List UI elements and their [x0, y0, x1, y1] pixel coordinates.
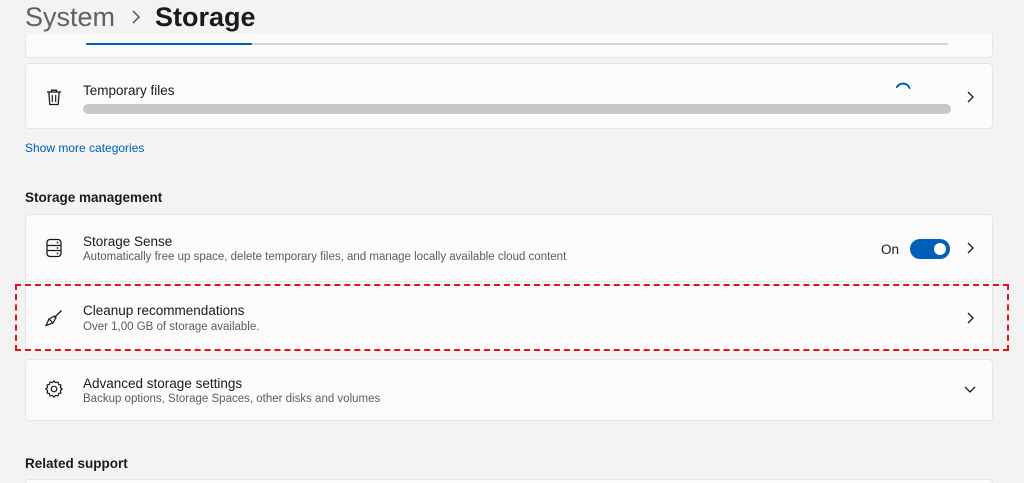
temporary-files-row[interactable]: Temporary files	[25, 63, 993, 129]
breadcrumb-parent[interactable]: System	[25, 2, 115, 33]
storage-drive-icon	[43, 237, 65, 259]
breadcrumb: System Storage	[25, 0, 256, 34]
advanced-storage-settings-description: Backup options, Storage Spaces, other di…	[83, 393, 381, 405]
storage-sense-toggle-label: On	[880, 242, 899, 257]
chevron-right-icon	[964, 91, 976, 103]
chevron-right-icon	[964, 312, 976, 324]
cleanup-recommendations-row[interactable]: Cleanup recommendations Over 1,00 GB of …	[25, 283, 993, 351]
chevron-down-icon[interactable]	[964, 383, 976, 395]
advanced-storage-settings-title: Advanced storage settings	[83, 376, 243, 391]
related-support-card-partial	[25, 479, 993, 483]
toggle-knob	[934, 243, 946, 255]
storage-sense-description: Automatically free up space, delete temp…	[83, 251, 567, 263]
cleanup-recommendations-title: Cleanup recommendations	[83, 303, 245, 318]
storage-management-heading: Storage management	[25, 190, 163, 205]
cleanup-recommendations-description: Over 1,00 GB of storage available.	[83, 321, 260, 333]
advanced-storage-settings-row[interactable]: Advanced storage settings Backup options…	[25, 359, 993, 421]
temporary-files-progress	[83, 104, 951, 114]
temporary-files-title: Temporary files	[83, 83, 175, 98]
storage-sense-toggle[interactable]	[910, 239, 950, 259]
chevron-right-icon	[964, 242, 976, 254]
gear-icon	[43, 378, 65, 400]
broom-icon	[43, 307, 65, 329]
loading-spinner-icon	[894, 81, 912, 99]
chevron-right-icon	[131, 10, 141, 24]
show-more-categories-link[interactable]: Show more categories	[25, 141, 144, 155]
page-title: Storage	[155, 1, 256, 32]
storage-usage-card-partial	[25, 34, 993, 58]
storage-sense-title: Storage Sense	[83, 234, 173, 249]
storage-sense-row[interactable]: Storage Sense Automatically free up spac…	[25, 214, 993, 282]
usage-bar-fill	[86, 43, 252, 45]
trash-icon	[43, 86, 65, 108]
related-support-heading: Related support	[25, 456, 128, 471]
